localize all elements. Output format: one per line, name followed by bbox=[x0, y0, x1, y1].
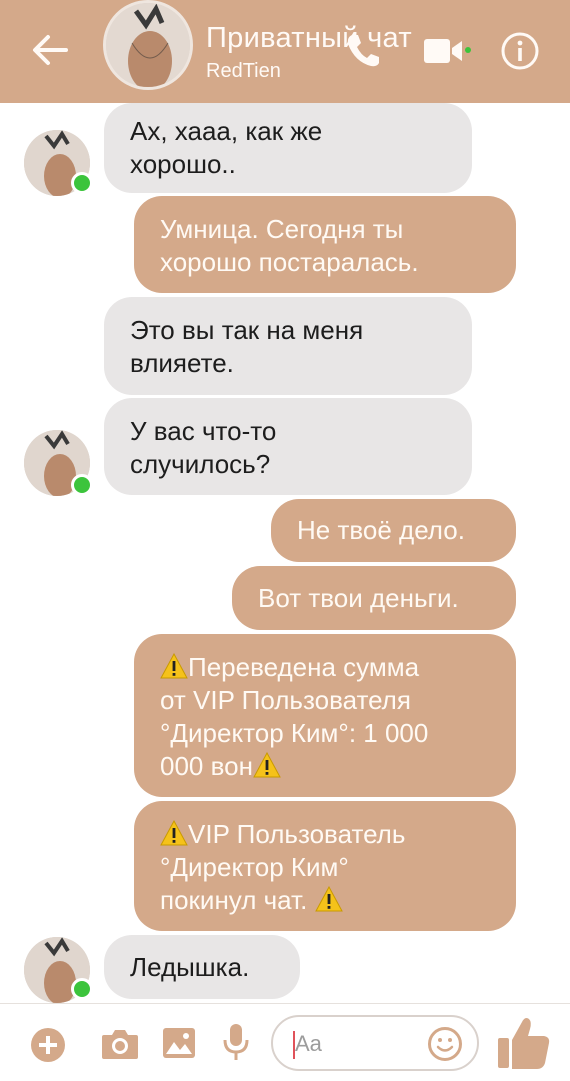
message-line: Не твоё дело. bbox=[297, 515, 465, 545]
info-icon[interactable] bbox=[500, 31, 540, 71]
message-bubble-incoming[interactable]: Это вы так на меня влияете. bbox=[104, 297, 472, 395]
composer-bar bbox=[0, 1003, 570, 1081]
back-button[interactable] bbox=[28, 32, 72, 68]
system-message-left-chat[interactable]: VIP Пользователь °Директор Ким° покинул … bbox=[134, 801, 516, 931]
message-line: Переведена сумма bbox=[160, 651, 492, 684]
contact-avatar[interactable] bbox=[103, 0, 193, 90]
message-bubble-outgoing[interactable]: Не твоё дело. bbox=[271, 499, 516, 562]
message-line-text: покинул чат. bbox=[160, 885, 308, 915]
message-input[interactable] bbox=[293, 1027, 427, 1061]
message-line: Это вы так на меня bbox=[130, 315, 364, 345]
message-line: Вот твои деньги. bbox=[258, 583, 459, 613]
message-line: хорошо постаралась. bbox=[160, 247, 419, 277]
message-line: У вас что-то bbox=[130, 416, 277, 446]
warning-icon bbox=[314, 886, 343, 912]
thumbs-up-icon[interactable] bbox=[496, 1014, 552, 1072]
message-line: Ледышка. bbox=[130, 952, 250, 982]
microphone-icon[interactable] bbox=[222, 1022, 250, 1062]
phone-icon[interactable] bbox=[343, 30, 383, 70]
message-line: Ах, хааа, как же bbox=[130, 116, 323, 146]
back-arrow-icon bbox=[33, 35, 68, 65]
video-camera-icon[interactable] bbox=[422, 34, 472, 68]
warning-icon bbox=[253, 752, 281, 778]
system-message-transfer[interactable]: Переведена сумма от VIP Пользователя °Ди… bbox=[134, 634, 516, 797]
message-line: VIP Пользователь bbox=[160, 818, 492, 851]
warning-icon bbox=[160, 820, 188, 846]
online-indicator bbox=[71, 172, 93, 194]
message-line: Умница. Сегодня ты bbox=[160, 214, 404, 244]
message-input-container[interactable] bbox=[271, 1015, 479, 1071]
warning-icon bbox=[160, 653, 188, 679]
message-line-text: Переведена сумма bbox=[188, 652, 420, 682]
online-indicator bbox=[71, 978, 93, 1000]
message-bubble-outgoing[interactable]: Вот твои деньги. bbox=[232, 566, 516, 630]
message-line-text: 000 вон bbox=[160, 751, 253, 781]
message-line: случилось? bbox=[130, 449, 271, 479]
message-bubble-incoming[interactable]: У вас что-то случилось? bbox=[104, 398, 472, 495]
message-bubble-incoming[interactable]: Ледышка. bbox=[104, 935, 300, 999]
message-line: °Директор Ким° bbox=[160, 852, 349, 882]
message-line: влияете. bbox=[130, 348, 234, 378]
chat-header: Приватный чат RedTien bbox=[0, 0, 570, 103]
message-line: хорошо.. bbox=[130, 149, 236, 179]
message-line: от VIP Пользователя bbox=[160, 685, 411, 715]
contact-name: RedTien bbox=[206, 60, 281, 82]
image-icon[interactable] bbox=[162, 1026, 196, 1060]
message-line-text: VIP Пользователь bbox=[188, 819, 406, 849]
online-indicator bbox=[71, 474, 93, 496]
message-bubble-outgoing[interactable]: Умница. Сегодня ты хорошо постаралась. bbox=[134, 196, 516, 293]
message-line: °Директор Ким°: 1 000 bbox=[160, 718, 429, 748]
message-line: покинул чат. bbox=[160, 884, 492, 917]
camera-icon[interactable] bbox=[100, 1027, 140, 1061]
plus-icon[interactable] bbox=[30, 1027, 66, 1063]
emoji-icon[interactable] bbox=[427, 1026, 463, 1062]
message-line: 000 вон bbox=[160, 750, 492, 783]
message-bubble-incoming[interactable]: Ах, хааа, как же хорошо.. bbox=[104, 103, 472, 193]
